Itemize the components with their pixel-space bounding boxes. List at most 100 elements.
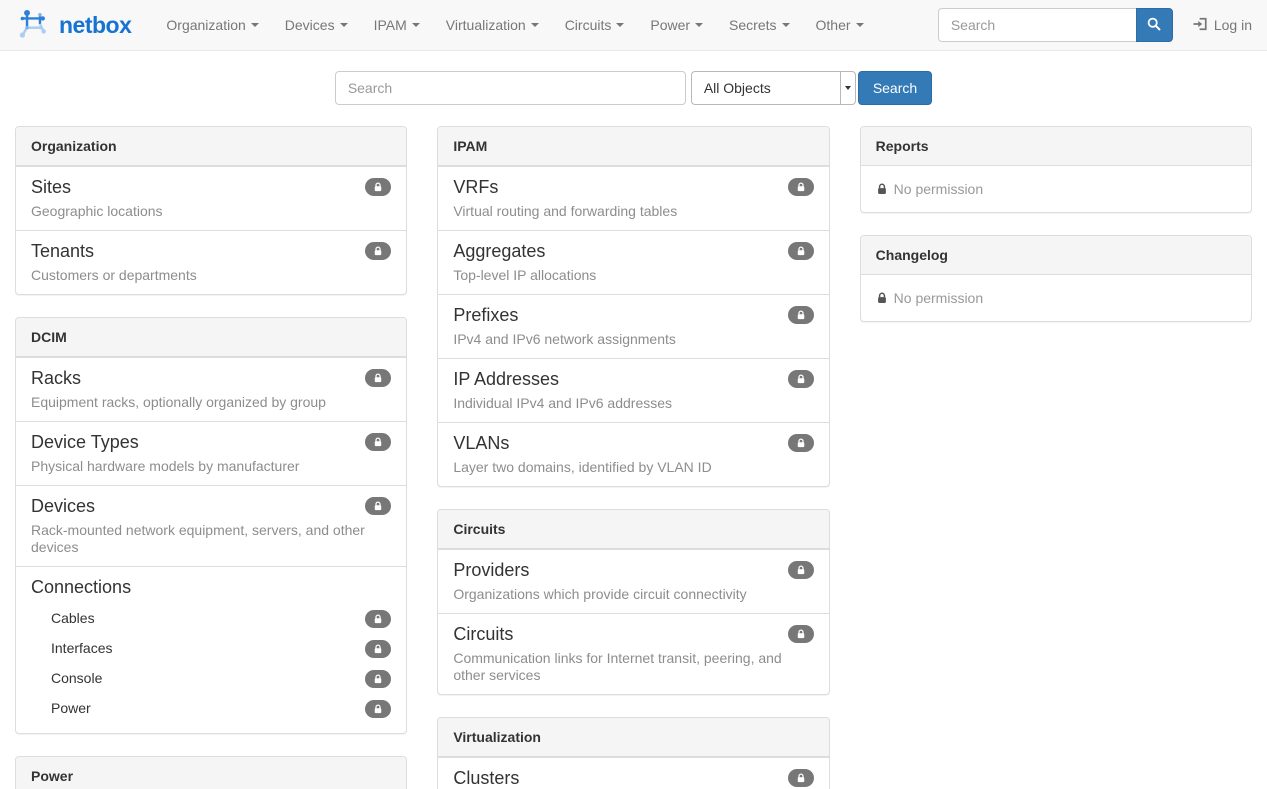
sub-item-console: Console [31, 663, 391, 693]
lock-badge [788, 370, 814, 388]
item-link-providers[interactable]: Providers [453, 560, 813, 581]
search-icon [1147, 17, 1161, 34]
sub-item-link-power[interactable]: Power [31, 698, 365, 718]
panel-column-1: Organization Sites Geographic locations Ten… [15, 126, 407, 789]
panel-column-3: ReportsNo permission Changelog No permissi… [860, 126, 1252, 789]
item-link-aggregates[interactable]: Aggregates [453, 241, 813, 262]
navbar-item-ipam[interactable]: IPAM [361, 0, 433, 50]
navbar-item-label: Organization [166, 17, 245, 33]
sub-item-link-cables[interactable]: Cables [31, 608, 365, 628]
navbar-search-button[interactable] [1136, 8, 1173, 42]
global-search-input[interactable] [335, 71, 686, 105]
item-description: Equipment racks, optionally organized by… [31, 394, 391, 411]
panel-header-organization: Organization [16, 127, 406, 166]
item-link-vrfs[interactable]: VRFs [453, 177, 813, 198]
item-description: Communication links for Internet transit… [453, 650, 813, 684]
item-link-sites[interactable]: Sites [31, 177, 391, 198]
panel-title: Organization [31, 138, 117, 154]
lock-badge [365, 178, 391, 196]
object-type-select[interactable]: All Objects [691, 71, 856, 105]
sub-item-interfaces: Interfaces [31, 633, 391, 663]
lock-icon [796, 182, 806, 192]
item-description: IPv4 and IPv6 network assignments [453, 331, 813, 348]
item-link-circuits[interactable]: Circuits [453, 624, 813, 645]
lock-icon [373, 182, 383, 192]
navbar-item-label: Power [650, 17, 690, 33]
navbar-item-secrets[interactable]: Secrets [716, 0, 802, 50]
item-link-clusters[interactable]: Clusters [453, 768, 813, 789]
navbar-item-label: Secrets [729, 17, 776, 33]
top-navbar: netbox Organization DevicesIPAM Virtualiza… [0, 0, 1267, 51]
sub-item-link-console[interactable]: Console [31, 668, 365, 688]
navbar-item-organization[interactable]: Organization [153, 0, 271, 50]
lock-badge [365, 369, 391, 387]
navbar-item-label: Circuits [565, 17, 612, 33]
brand-title: netbox [59, 12, 131, 39]
no-permission-notice: No permission [861, 275, 1251, 321]
navbar-item-circuits[interactable]: Circuits [552, 0, 638, 50]
chevron-down-icon [845, 86, 851, 90]
panel-title: Circuits [453, 521, 505, 537]
chevron-down-icon [616, 23, 624, 27]
lock-badge [365, 640, 391, 658]
navbar-menu: Organization DevicesIPAM Virtualization Cir… [153, 0, 876, 50]
item-link-devices[interactable]: Devices [31, 496, 391, 517]
list-item-clusters: Clusters [438, 757, 828, 789]
chevron-down-icon [782, 23, 790, 27]
lock-badge [365, 670, 391, 688]
chevron-down-icon [412, 23, 420, 27]
login-link[interactable]: Log in [1193, 17, 1252, 34]
list-item-prefixes: Prefixes IPv4 and IPv6 network assignment… [438, 294, 828, 358]
item-link-tenants[interactable]: Tenants [31, 241, 391, 262]
item-link-racks[interactable]: Racks [31, 368, 391, 389]
lock-badge [365, 433, 391, 451]
item-description: Individual IPv4 and IPv6 addresses [453, 395, 813, 412]
panel-title: IPAM [453, 138, 487, 154]
global-search-button[interactable]: Search [858, 71, 932, 105]
navbar-item-devices[interactable]: Devices [272, 0, 361, 50]
item-link-device-types[interactable]: Device Types [31, 432, 391, 453]
navbar-item-other[interactable]: Other [803, 0, 877, 50]
panel-dcim: DCIMRacksEquipment racks, optionally org… [15, 317, 407, 734]
navbar-search-input[interactable] [938, 8, 1136, 42]
navbar-item-power[interactable]: Power [637, 0, 716, 50]
navbar-item-virtualization[interactable]: Virtualization [433, 0, 552, 50]
panel-changelog: Changelog No permission [860, 235, 1252, 322]
lock-badge [788, 561, 814, 579]
lock-icon [796, 629, 806, 639]
no-permission-label: No permission [894, 181, 983, 197]
chevron-down-icon [695, 23, 703, 27]
item-link-prefixes[interactable]: Prefixes [453, 305, 813, 326]
list-item-vlans: VLANsLayer two domains, identified by VL… [438, 422, 828, 486]
item-description: Geographic locations [31, 203, 391, 220]
item-link-ip-addresses[interactable]: IP Addresses [453, 369, 813, 390]
list-item-connections: Connections Cables Interfaces Console Power [16, 566, 406, 733]
list-item-circuits: Circuits Communication links for Internet… [438, 613, 828, 694]
lock-badge [788, 769, 814, 787]
chevron-down-icon [856, 23, 864, 27]
panel-virtualization: VirtualizationClusters [437, 717, 829, 789]
lock-icon [876, 292, 888, 304]
item-link-vlans[interactable]: VLANs [453, 433, 813, 454]
global-search-bar: All Objects Search [0, 71, 1267, 105]
lock-badge [365, 497, 391, 515]
item-description: Physical hardware models by manufacturer [31, 458, 391, 475]
sub-item-cables: Cables [31, 603, 391, 633]
no-permission-notice: No permission [861, 166, 1251, 212]
panel-header-ipam: IPAM [438, 127, 828, 166]
lock-icon [373, 373, 383, 383]
lock-badge [365, 242, 391, 260]
list-item-vrfs: VRFsVirtual routing and forwarding table… [438, 166, 828, 230]
sub-item-link-interfaces[interactable]: Interfaces [31, 638, 365, 658]
panel-reports: ReportsNo permission [860, 126, 1252, 213]
panel-title: Changelog [876, 247, 948, 263]
list-item-sites: Sites Geographic locations [16, 166, 406, 230]
lock-icon [796, 438, 806, 448]
netbox-brand[interactable]: netbox [15, 6, 131, 45]
item-link-connections[interactable]: Connections [31, 577, 391, 598]
navbar-item-label: Virtualization [446, 17, 526, 33]
lock-icon [796, 565, 806, 575]
panel-header-circuits: Circuits [438, 510, 828, 549]
panel-header-changelog: Changelog [861, 236, 1251, 275]
panel-circuits: CircuitsProvidersOrganizations which pro… [437, 509, 829, 695]
